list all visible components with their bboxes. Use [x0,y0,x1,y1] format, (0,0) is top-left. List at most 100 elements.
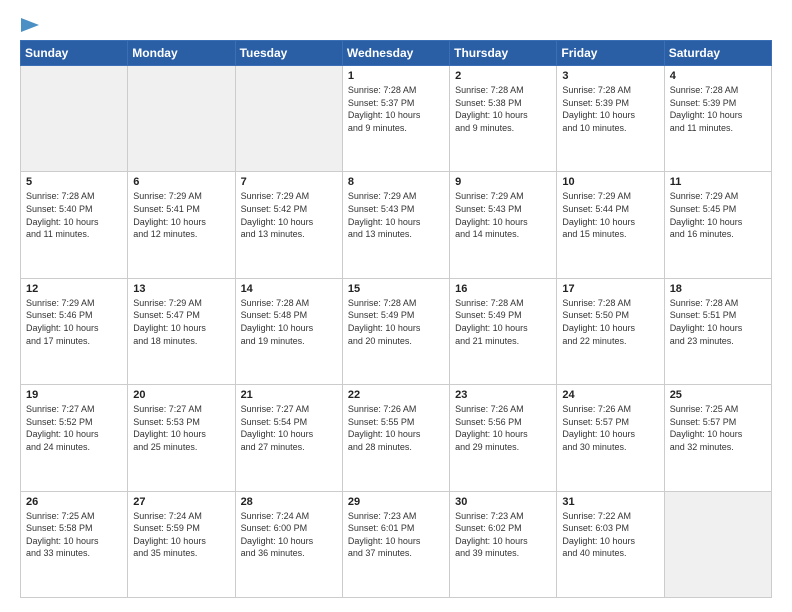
calendar-cell [235,66,342,172]
calendar: SundayMondayTuesdayWednesdayThursdayFrid… [20,40,772,598]
day-info: Sunrise: 7:26 AM Sunset: 5:57 PM Dayligh… [562,403,658,453]
day-number: 5 [26,176,122,188]
day-number: 23 [455,389,551,401]
calendar-week-row: 26Sunrise: 7:25 AM Sunset: 5:58 PM Dayli… [21,491,772,597]
calendar-cell: 6 Sunrise: 7:29 AM Sunset: 5:41 PM Daylig… [128,172,235,278]
calendar-cell: 16 Sunrise: 7:28 AM Sunset: 5:49 PM Dayli… [450,278,557,384]
day-info: Sunrise: 7:28 AM Sunset: 5:48 PM Dayligh… [241,297,337,347]
day-number: 21 [241,389,337,401]
calendar-body: 1 Sunrise: 7:28 AM Sunset: 5:37 PM Daylig… [21,66,772,598]
calendar-cell: 1 Sunrise: 7:28 AM Sunset: 5:37 PM Daylig… [342,66,449,172]
calendar-week-row: 12 Sunrise: 7:29 AM Sunset: 5:46 PM Dayli… [21,278,772,384]
day-info: Sunrise: 7:28 AM Sunset: 5:51 PM Dayligh… [670,297,766,347]
calendar-cell: 24 Sunrise: 7:26 AM Sunset: 5:57 PM Dayli… [557,385,664,491]
day-number: 25 [670,389,766,401]
calendar-cell: 14 Sunrise: 7:28 AM Sunset: 5:48 PM Dayli… [235,278,342,384]
calendar-cell: 20 Sunrise: 7:27 AM Sunset: 5:53 PM Dayli… [128,385,235,491]
calendar-cell [664,491,771,597]
weekday-header: Wednesday [342,41,449,66]
calendar-cell [128,66,235,172]
day-number: 20 [133,389,229,401]
calendar-cell: 15 Sunrise: 7:28 AM Sunset: 5:49 PM Dayli… [342,278,449,384]
day-info: Sunrise: 7:27 AM Sunset: 5:52 PM Dayligh… [26,403,122,453]
day-number: 26 [26,496,122,508]
day-info: Sunrise: 7:28 AM Sunset: 5:39 PM Dayligh… [562,84,658,134]
day-info: Sunrise: 7:28 AM Sunset: 5:50 PM Dayligh… [562,297,658,347]
day-number: 4 [670,70,766,82]
day-number: 13 [133,283,229,295]
weekday-header: Friday [557,41,664,66]
day-info: Sunrise: 7:29 AM Sunset: 5:44 PM Dayligh… [562,190,658,240]
day-info: Sunrise: 7:29 AM Sunset: 5:47 PM Dayligh… [133,297,229,347]
day-number: 14 [241,283,337,295]
calendar-cell: 2Sunrise: 7:28 AM Sunset: 5:38 PM Daylig… [450,66,557,172]
header [20,18,772,30]
day-info: Sunrise: 7:23 AM Sunset: 6:01 PM Dayligh… [348,510,444,560]
calendar-cell: 22Sunrise: 7:26 AM Sunset: 5:55 PM Dayli… [342,385,449,491]
day-info: Sunrise: 7:28 AM Sunset: 5:39 PM Dayligh… [670,84,766,134]
calendar-cell: 19 Sunrise: 7:27 AM Sunset: 5:52 PM Dayli… [21,385,128,491]
day-number: 9 [455,176,551,188]
day-info: Sunrise: 7:23 AM Sunset: 6:02 PM Dayligh… [455,510,551,560]
calendar-week-row: 1 Sunrise: 7:28 AM Sunset: 5:37 PM Daylig… [21,66,772,172]
day-number: 17 [562,283,658,295]
calendar-cell: 8 Sunrise: 7:29 AM Sunset: 5:43 PM Daylig… [342,172,449,278]
calendar-cell: 5 Sunrise: 7:28 AM Sunset: 5:40 PM Daylig… [21,172,128,278]
day-info: Sunrise: 7:29 AM Sunset: 5:42 PM Dayligh… [241,190,337,240]
calendar-cell: 31 Sunrise: 7:22 AM Sunset: 6:03 PM Dayli… [557,491,664,597]
day-number: 8 [348,176,444,188]
calendar-cell: 17 Sunrise: 7:28 AM Sunset: 5:50 PM Dayli… [557,278,664,384]
calendar-cell: 25 Sunrise: 7:25 AM Sunset: 5:57 PM Dayli… [664,385,771,491]
day-info: Sunrise: 7:22 AM Sunset: 6:03 PM Dayligh… [562,510,658,560]
day-number: 30 [455,496,551,508]
logo-arrow-icon [21,18,39,32]
calendar-week-row: 5 Sunrise: 7:28 AM Sunset: 5:40 PM Daylig… [21,172,772,278]
day-info: Sunrise: 7:28 AM Sunset: 5:49 PM Dayligh… [348,297,444,347]
page: SundayMondayTuesdayWednesdayThursdayFrid… [0,0,792,612]
calendar-cell: 10 Sunrise: 7:29 AM Sunset: 5:44 PM Dayli… [557,172,664,278]
logo [20,18,40,30]
day-info: Sunrise: 7:29 AM Sunset: 5:46 PM Dayligh… [26,297,122,347]
day-info: Sunrise: 7:28 AM Sunset: 5:49 PM Dayligh… [455,297,551,347]
day-number: 3 [562,70,658,82]
calendar-cell: 4 Sunrise: 7:28 AM Sunset: 5:39 PM Daylig… [664,66,771,172]
calendar-cell: 11Sunrise: 7:29 AM Sunset: 5:45 PM Dayli… [664,172,771,278]
day-number: 22 [348,389,444,401]
day-info: Sunrise: 7:24 AM Sunset: 5:59 PM Dayligh… [133,510,229,560]
calendar-cell: 26Sunrise: 7:25 AM Sunset: 5:58 PM Dayli… [21,491,128,597]
day-number: 19 [26,389,122,401]
day-number: 16 [455,283,551,295]
calendar-cell: 12 Sunrise: 7:29 AM Sunset: 5:46 PM Dayli… [21,278,128,384]
calendar-cell: 9 Sunrise: 7:29 AM Sunset: 5:43 PM Daylig… [450,172,557,278]
calendar-cell: 18 Sunrise: 7:28 AM Sunset: 5:51 PM Dayli… [664,278,771,384]
weekday-header: Thursday [450,41,557,66]
day-number: 2 [455,70,551,82]
calendar-cell: 27 Sunrise: 7:24 AM Sunset: 5:59 PM Dayli… [128,491,235,597]
day-number: 15 [348,283,444,295]
day-info: Sunrise: 7:28 AM Sunset: 5:37 PM Dayligh… [348,84,444,134]
day-info: Sunrise: 7:28 AM Sunset: 5:40 PM Dayligh… [26,190,122,240]
weekday-header: Tuesday [235,41,342,66]
day-info: Sunrise: 7:27 AM Sunset: 5:53 PM Dayligh… [133,403,229,453]
day-number: 1 [348,70,444,82]
day-info: Sunrise: 7:25 AM Sunset: 5:57 PM Dayligh… [670,403,766,453]
day-info: Sunrise: 7:26 AM Sunset: 5:56 PM Dayligh… [455,403,551,453]
day-info: Sunrise: 7:27 AM Sunset: 5:54 PM Dayligh… [241,403,337,453]
day-number: 24 [562,389,658,401]
day-number: 12 [26,283,122,295]
day-info: Sunrise: 7:29 AM Sunset: 5:41 PM Dayligh… [133,190,229,240]
calendar-cell: 23 Sunrise: 7:26 AM Sunset: 5:56 PM Dayli… [450,385,557,491]
day-number: 6 [133,176,229,188]
day-number: 31 [562,496,658,508]
day-info: Sunrise: 7:29 AM Sunset: 5:43 PM Dayligh… [348,190,444,240]
weekday-header: Sunday [21,41,128,66]
day-info: Sunrise: 7:29 AM Sunset: 5:43 PM Dayligh… [455,190,551,240]
day-info: Sunrise: 7:24 AM Sunset: 6:00 PM Dayligh… [241,510,337,560]
day-number: 7 [241,176,337,188]
calendar-cell: 29Sunrise: 7:23 AM Sunset: 6:01 PM Dayli… [342,491,449,597]
day-number: 18 [670,283,766,295]
calendar-cell: 13 Sunrise: 7:29 AM Sunset: 5:47 PM Dayli… [128,278,235,384]
day-number: 10 [562,176,658,188]
day-number: 27 [133,496,229,508]
calendar-cell: 28Sunrise: 7:24 AM Sunset: 6:00 PM Dayli… [235,491,342,597]
